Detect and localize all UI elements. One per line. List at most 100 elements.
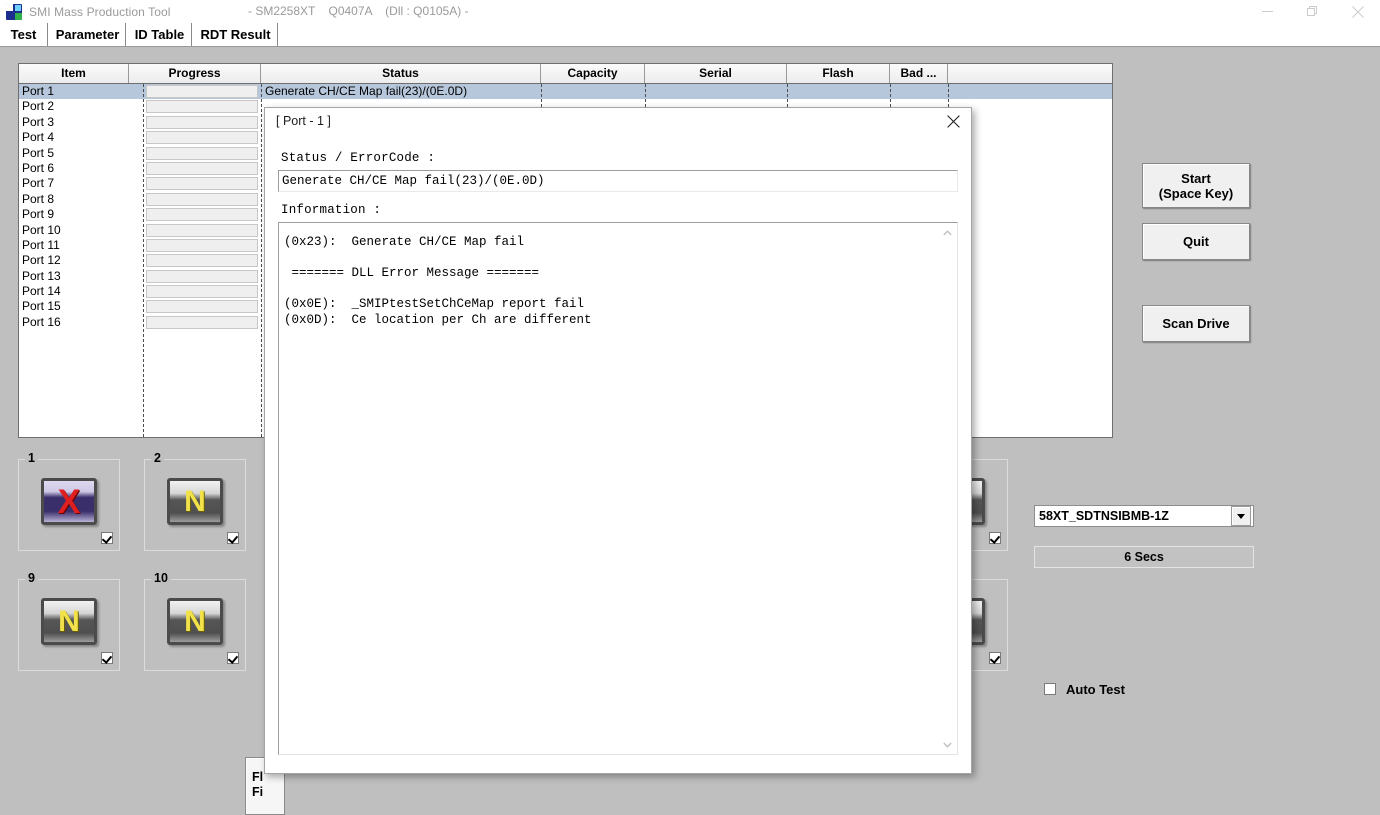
chevron-down-icon[interactable] bbox=[1231, 506, 1251, 526]
tab-parameter[interactable]: Parameter bbox=[50, 23, 126, 46]
close-icon[interactable] bbox=[938, 110, 968, 132]
chevron-up-icon[interactable] bbox=[939, 224, 956, 241]
cell-status: Generate CH/CE Map fail(23)/(0E.0D) bbox=[265, 84, 468, 98]
application-window: SMI Mass Production Tool - SM2258XT Q040… bbox=[0, 0, 1380, 815]
cell-progress bbox=[144, 115, 147, 130]
cell-progress bbox=[144, 192, 147, 207]
information-text: (0x23): Generate CH/CE Map fail ======= … bbox=[284, 235, 592, 327]
device-tile-number: 10 bbox=[151, 572, 171, 585]
tab-bar: Test Parameter ID Table RDT Result bbox=[0, 23, 1380, 46]
progress-bar bbox=[146, 238, 258, 252]
quit-button[interactable]: Quit bbox=[1142, 223, 1250, 260]
device-chip-glyph: N bbox=[58, 604, 80, 638]
close-icon[interactable] bbox=[1335, 0, 1380, 23]
scan-drive-button[interactable]: Scan Drive bbox=[1142, 305, 1250, 342]
cell-item: Port 2 bbox=[22, 99, 55, 114]
tab-test[interactable]: Test bbox=[0, 23, 48, 46]
progress-bar bbox=[146, 100, 258, 114]
cell-item: Port 15 bbox=[22, 299, 61, 314]
tab-rdt-result[interactable]: RDT Result bbox=[194, 23, 278, 46]
auto-test-row[interactable]: Auto Test bbox=[1044, 680, 1224, 698]
status-errorcode-value: Generate CH/CE Map fail(23)/(0E.0D) bbox=[278, 170, 958, 192]
progress-bar bbox=[146, 115, 258, 129]
cell-progress bbox=[144, 99, 147, 114]
device-tile-checkbox[interactable] bbox=[101, 652, 113, 664]
config-select-value: 58XT_SDTNSIBMB-1Z bbox=[1039, 509, 1169, 523]
cell-item: Port 7 bbox=[22, 176, 55, 191]
progress-bar bbox=[146, 269, 258, 283]
progress-bar bbox=[146, 315, 258, 329]
cell-item: Port 4 bbox=[22, 130, 55, 145]
cell-progress bbox=[144, 146, 147, 161]
device-chip-noready-icon: N bbox=[167, 598, 223, 645]
window-controls bbox=[1245, 0, 1380, 23]
cell-progress bbox=[144, 207, 147, 222]
progress-bar bbox=[146, 85, 258, 98]
information-label: Information : bbox=[281, 203, 382, 217]
device-tile-number: 1 bbox=[25, 452, 38, 465]
smi-logo-icon bbox=[6, 3, 22, 20]
cell-progress bbox=[144, 269, 147, 284]
cell-progress bbox=[144, 284, 147, 299]
window-title-meta: - SM2258XT Q0407A (Dll : Q0105A) - bbox=[248, 4, 469, 18]
cell-progress bbox=[144, 130, 147, 145]
information-panel[interactable]: (0x23): Generate CH/CE Map fail ======= … bbox=[278, 222, 958, 755]
cell-progress bbox=[144, 315, 147, 330]
device-tile-10[interactable]: 10 N bbox=[144, 572, 246, 671]
device-chip-fail-icon: X bbox=[41, 478, 97, 525]
information-scrollbar[interactable] bbox=[939, 224, 956, 753]
chevron-down-icon[interactable] bbox=[939, 736, 956, 753]
cell-item: Port 16 bbox=[22, 314, 61, 329]
device-chip-glyph: N bbox=[184, 604, 206, 638]
cell-item: Port 8 bbox=[22, 191, 55, 206]
device-tile-2[interactable]: 2 N bbox=[144, 452, 246, 551]
cell-item: Port 9 bbox=[22, 207, 55, 222]
device-tile-checkbox[interactable] bbox=[989, 652, 1001, 664]
column-header-bad[interactable]: Bad ... bbox=[890, 64, 948, 83]
minimize-icon[interactable] bbox=[1245, 0, 1290, 23]
column-header-progress[interactable]: Progress bbox=[129, 64, 261, 83]
column-header-status[interactable]: Status bbox=[261, 64, 541, 83]
cell-item: Port 12 bbox=[22, 253, 61, 268]
title-bar: SMI Mass Production Tool - SM2258XT Q040… bbox=[0, 0, 1380, 24]
device-tile-checkbox[interactable] bbox=[989, 532, 1001, 544]
progress-bar bbox=[146, 146, 258, 160]
column-header-filler bbox=[948, 64, 1112, 83]
progress-bar bbox=[146, 161, 258, 175]
column-header-capacity[interactable]: Capacity bbox=[541, 64, 645, 83]
device-tile-checkbox[interactable] bbox=[101, 532, 113, 544]
progress-bar bbox=[146, 285, 258, 299]
progress-bar bbox=[146, 254, 258, 268]
progress-bar bbox=[146, 300, 258, 314]
progress-bar bbox=[146, 131, 258, 145]
auto-test-label: Auto Test bbox=[1066, 681, 1125, 697]
restore-icon[interactable] bbox=[1290, 0, 1335, 23]
device-tile-1[interactable]: 1 X bbox=[18, 452, 120, 551]
column-header-item[interactable]: Item bbox=[19, 64, 129, 83]
device-chip-noready-icon: N bbox=[167, 478, 223, 525]
port-detail-dialog: [ Port - 1 ] Status / ErrorCode : Genera… bbox=[264, 107, 972, 774]
cell-progress bbox=[144, 161, 147, 176]
progress-bar bbox=[146, 177, 258, 191]
cell-progress bbox=[144, 176, 147, 191]
cell-item: Port 1 bbox=[22, 84, 55, 98]
column-header-serial[interactable]: Serial bbox=[645, 64, 787, 83]
device-tile-9[interactable]: 9 N bbox=[18, 572, 120, 671]
device-tile-number: 2 bbox=[151, 452, 164, 465]
cell-item: Port 10 bbox=[22, 222, 61, 237]
cell-item: Port 6 bbox=[22, 160, 55, 175]
cell-item: Port 14 bbox=[22, 284, 61, 299]
start-button[interactable]: Start (Space Key) bbox=[1142, 163, 1250, 208]
cell-item: Port 11 bbox=[22, 237, 60, 252]
device-chip-glyph: N bbox=[184, 484, 206, 518]
dialog-title: [ Port - 1 ] bbox=[276, 114, 331, 128]
config-select[interactable]: 58XT_SDTNSIBMB-1Z bbox=[1034, 505, 1254, 527]
column-header-flash[interactable]: Flash bbox=[787, 64, 890, 83]
cell-progress bbox=[144, 223, 147, 238]
cell-capacity bbox=[542, 84, 545, 99]
device-tile-number: 9 bbox=[25, 572, 38, 585]
device-tile-checkbox[interactable] bbox=[227, 532, 239, 544]
device-tile-checkbox[interactable] bbox=[227, 652, 239, 664]
auto-test-checkbox[interactable] bbox=[1044, 683, 1056, 695]
tab-id-table[interactable]: ID Table bbox=[128, 23, 192, 46]
